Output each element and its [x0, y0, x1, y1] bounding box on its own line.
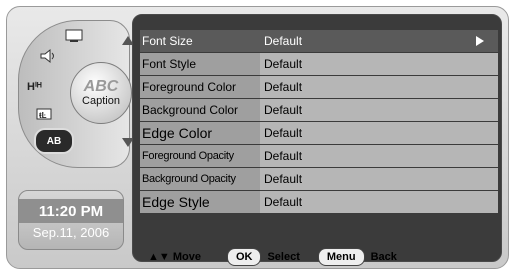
svg-text:ŧĿ: ŧĿ [39, 111, 47, 120]
menu-item-background-color[interactable]: Background Color Default [140, 99, 498, 121]
caption-label: Caption [82, 94, 120, 107]
menu-item-label: Font Style [140, 53, 260, 75]
menu-item-font-size[interactable]: Font Size Default [140, 30, 498, 52]
clock-time: 11:20 PM [19, 199, 123, 223]
menu-item-edge-color[interactable]: Edge Color Default [140, 122, 498, 144]
move-hint: ▲▼ Move [148, 251, 201, 263]
caption-selected-icon[interactable]: ABC Caption [70, 62, 132, 124]
menu-item-label: Foreground Opacity [140, 145, 260, 167]
svg-text:Hⁱᴴ: Hⁱᴴ [27, 80, 42, 93]
menu-item-foreground-color[interactable]: Foreground Color Default [140, 76, 498, 98]
menu-item-label: Foreground Color [140, 76, 260, 98]
menu-item-value: Default [264, 103, 303, 117]
menu-item-font-style[interactable]: Font Style Default [140, 53, 498, 75]
menu-item-value: Default [264, 195, 303, 209]
menu-item-value: Default [264, 57, 303, 71]
chevron-right-icon [476, 36, 484, 46]
caption-settings-menu: Font Size Default Font Style Default For… [140, 30, 498, 214]
ok-button[interactable]: OK [226, 248, 262, 266]
menu-item-edge-style[interactable]: Edge Style Default [140, 191, 498, 213]
menu-item-value: Default [264, 80, 303, 94]
sound-icon[interactable] [36, 46, 60, 66]
menu-item-value: Default [264, 126, 303, 140]
menu-item-label: Background Opacity [140, 168, 260, 190]
screen-icon[interactable] [62, 26, 86, 46]
menu-item-value: Default [264, 172, 303, 186]
clock-date: Sep.11, 2006 [32, 225, 110, 240]
help-bar: ▲▼ Move OK Select Menu Back [140, 246, 498, 268]
menu-item-value: Default [264, 34, 303, 48]
menu-button[interactable]: Menu [317, 248, 365, 266]
menu-item-value: Default [264, 149, 303, 163]
menu-item-background-opacity[interactable]: Background Opacity Default [140, 168, 498, 190]
caption-abc-glyph: ABC [83, 77, 119, 95]
ab-subtitle-icon[interactable]: AB [34, 128, 74, 154]
back-hint: Back [370, 251, 397, 263]
menu-item-foreground-opacity[interactable]: Foreground Opacity Default [140, 145, 498, 167]
category-wheel[interactable]: Hⁱᴴ ŧĿ AB ABC Caption [18, 20, 136, 168]
parental-lock-icon[interactable]: ŧĿ [32, 104, 56, 124]
channel-icon[interactable]: Hⁱᴴ [24, 76, 48, 96]
menu-item-label: Font Size [142, 34, 193, 48]
clock-panel: 11:20 PM Sep.11, 2006 [18, 190, 124, 250]
menu-item-label: Background Color [140, 99, 260, 121]
menu-item-label: Edge Style [140, 191, 260, 213]
select-hint: Select [267, 251, 300, 263]
menu-item-label: Edge Color [140, 122, 260, 144]
